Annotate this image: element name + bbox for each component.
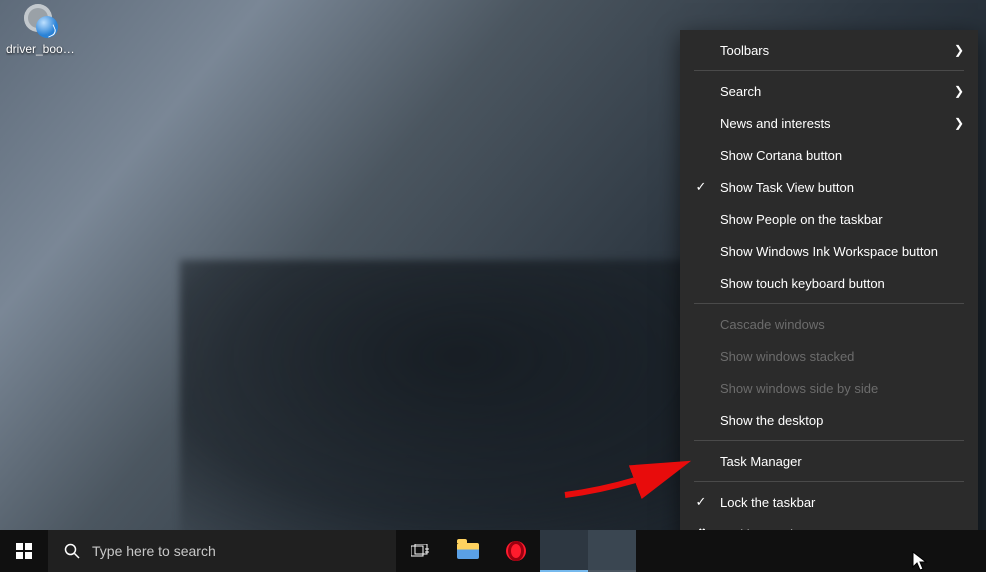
- taskbar: Type here to search: [0, 530, 986, 572]
- task-view-button[interactable]: [396, 530, 444, 572]
- menu-item-lock-the-taskbar[interactable]: ✓ Lock the taskbar: [680, 486, 978, 518]
- menu-item-task-manager[interactable]: Task Manager: [680, 445, 978, 477]
- menu-item-cascade-windows: Cascade windows: [680, 308, 978, 340]
- driver-booster-icon: [18, 0, 66, 40]
- menu-separator: [694, 440, 964, 441]
- menu-item-search[interactable]: Search ❯: [680, 75, 978, 107]
- menu-item-show-the-desktop[interactable]: Show the desktop: [680, 404, 978, 436]
- menu-item-show-cortana-button[interactable]: Show Cortana button: [680, 139, 978, 171]
- menu-item-label: Show the desktop: [720, 413, 964, 428]
- mouse-cursor: [912, 551, 928, 571]
- menu-item-show-windows-ink-workspace-button[interactable]: Show Windows Ink Workspace button: [680, 235, 978, 267]
- windows-icon: [16, 543, 32, 559]
- menu-item-label: Task Manager: [720, 454, 964, 469]
- menu-separator: [694, 303, 964, 304]
- menu-item-show-task-view-button[interactable]: ✓ Show Task View button: [680, 171, 978, 203]
- search-box[interactable]: Type here to search: [48, 530, 396, 572]
- menu-item-label: Cascade windows: [720, 317, 964, 332]
- menu-item-label: Show windows side by side: [720, 381, 964, 396]
- chevron-right-icon: ❯: [954, 84, 964, 98]
- task-view-icon: [411, 544, 429, 558]
- menu-item-news-and-interests[interactable]: News and interests ❯: [680, 107, 978, 139]
- desktop-icon-label: driver_boos...: [6, 42, 78, 56]
- menu-item-label: Show Cortana button: [720, 148, 964, 163]
- menu-item-label: Show touch keyboard button: [720, 276, 964, 291]
- taskbar-running-app-1[interactable]: [540, 530, 588, 572]
- menu-item-label: Show Task View button: [720, 180, 964, 195]
- menu-item-label: Toolbars: [720, 43, 944, 58]
- chevron-right-icon: ❯: [954, 43, 964, 57]
- menu-item-label: News and interests: [720, 116, 944, 131]
- menu-item-show-touch-keyboard-button[interactable]: Show touch keyboard button: [680, 267, 978, 299]
- check-icon: ✓: [692, 494, 710, 510]
- menu-item-label: Search: [720, 84, 944, 99]
- menu-item-show-windows-stacked: Show windows stacked: [680, 340, 978, 372]
- search-placeholder: Type here to search: [92, 543, 216, 559]
- search-icon: [64, 543, 80, 559]
- file-explorer-icon: [457, 543, 479, 559]
- menu-item-label: Lock the taskbar: [720, 495, 964, 510]
- menu-item-label: Show windows stacked: [720, 349, 964, 364]
- start-button[interactable]: [0, 530, 48, 572]
- chevron-right-icon: ❯: [954, 116, 964, 130]
- check-icon: ✓: [692, 179, 710, 195]
- menu-item-show-windows-side-by-side: Show windows side by side: [680, 372, 978, 404]
- desktop-icon-driver-booster[interactable]: driver_boos...: [6, 0, 78, 56]
- menu-item-label: Show People on the taskbar: [720, 212, 964, 227]
- menu-item-toolbars[interactable]: Toolbars ❯: [680, 34, 978, 66]
- menu-item-show-people-on-the-taskbar[interactable]: Show People on the taskbar: [680, 203, 978, 235]
- menu-separator: [694, 70, 964, 71]
- menu-separator: [694, 481, 964, 482]
- taskbar-opera[interactable]: [492, 530, 540, 572]
- taskbar-file-explorer[interactable]: [444, 530, 492, 572]
- taskbar-context-menu: Toolbars ❯ Search ❯ News and interests ❯ Show …: [680, 30, 978, 554]
- menu-item-label: Show Windows Ink Workspace button: [720, 244, 964, 259]
- opera-icon: [506, 541, 526, 561]
- taskbar-running-app-2[interactable]: [588, 530, 636, 572]
